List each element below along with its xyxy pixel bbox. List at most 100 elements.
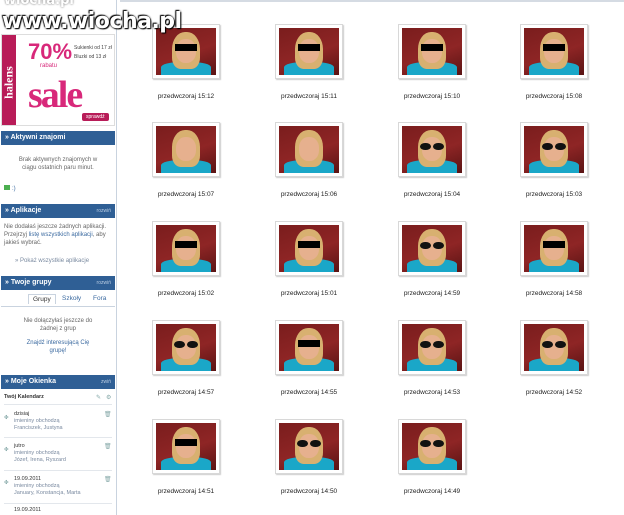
edit-icon[interactable]: ✎ (96, 394, 102, 401)
photo-thumbnail[interactable] (520, 122, 588, 177)
ad-banner[interactable]: halens 70% rabatu Sukienki od 17 zł Bluz… (1, 34, 115, 126)
sidebar: wiocha.pl www.wiocha.pl halens 70% rabat… (0, 0, 182, 515)
photo-caption: przedwczoraj 15:08 (525, 93, 583, 100)
photo-thumbnail[interactable] (398, 419, 466, 474)
delete-icon[interactable]: 🗑 (104, 477, 112, 484)
sunglasses (297, 439, 321, 448)
ad-button[interactable]: sprawdź (82, 113, 109, 121)
photo-image (524, 28, 584, 75)
event-names: Józef, Irena, Ryszard (14, 457, 66, 463)
photo-face (298, 137, 320, 161)
photo-image (156, 225, 216, 272)
photo-face (175, 39, 197, 63)
friends-title: Aktywni znajomi (10, 134, 66, 141)
tab-schools[interactable]: Szkoły (62, 295, 81, 302)
censor-bar (298, 339, 320, 347)
photo-thumbnail[interactable] (275, 221, 343, 276)
censor-bar (298, 240, 320, 248)
photo-caption: przedwczoraj 15:07 (157, 191, 215, 198)
photo-caption: przedwczoraj 15:01 (280, 290, 338, 297)
photo-face (421, 39, 443, 63)
photo-image (402, 324, 462, 371)
photo-caption: przedwczoraj 14:50 (280, 488, 338, 495)
photo-thumbnail[interactable] (520, 320, 588, 375)
calendar-event[interactable]: ✤ dzisiaj imieniny obchodzą Franciszek, … (4, 411, 112, 432)
page: wiocha.pl www.wiocha.pl halens 70% rabat… (0, 0, 624, 515)
calendar-event[interactable]: ✤ jutro imieniny obchodzą Józef, Irena, … (4, 443, 112, 464)
friends-status-text: :) (12, 186, 16, 192)
event-type: imieniny obchodzą (14, 450, 60, 456)
divider (4, 470, 112, 471)
groups-find-link[interactable]: Znajdź interesującą Cię grupę! (1, 339, 115, 355)
ad-brand: halens (1, 66, 16, 99)
photo-face (543, 39, 565, 63)
ad-percent: 70% (28, 39, 73, 64)
sunglasses (420, 439, 444, 448)
settings-icon[interactable]: ⚙ (106, 394, 112, 401)
photo-thumbnail[interactable] (152, 122, 220, 177)
photo-thumbnail[interactable] (275, 24, 343, 79)
tab-forums[interactable]: Fora (93, 295, 106, 302)
windows-title: Moje Okienka (10, 378, 56, 385)
delete-icon[interactable]: 🗑 (104, 444, 112, 451)
delete-icon[interactable]: 🗑 (104, 412, 112, 419)
sunglasses (420, 142, 444, 151)
gift-icon: ✤ (4, 447, 9, 453)
photo-thumbnail[interactable] (275, 122, 343, 177)
calendar-event[interactable]: 19.09.2011 (4, 507, 112, 514)
photo-image (279, 126, 339, 173)
calendar-event[interactable]: ✤ 19.09.2011 imieniny obchodzą January, … (4, 476, 112, 497)
groups-toggle[interactable]: rozwiń (97, 280, 111, 286)
photo-caption: przedwczoraj 14:55 (280, 389, 338, 396)
photo-thumbnail[interactable] (398, 122, 466, 177)
groups-tabs: Grupy Szkoły Fora (1, 293, 115, 307)
ad-line2: Bluzki od 13 zł (74, 54, 107, 60)
photo-image (156, 324, 216, 371)
tab-groups[interactable]: Grupy (28, 294, 56, 304)
photo-image (402, 126, 462, 173)
groups-header[interactable]: » Twoje grupy rozwiń (1, 276, 115, 290)
photo-thumbnail[interactable] (152, 419, 220, 474)
gift-icon: ✤ (4, 480, 9, 486)
photo-thumbnail[interactable] (520, 221, 588, 276)
photo-caption: przedwczoraj 14:58 (525, 290, 583, 297)
event-date: 19.09.2011 (14, 507, 42, 513)
friends-status[interactable]: :) (1, 185, 115, 193)
photo-thumbnail[interactable] (275, 320, 343, 375)
photo-image (156, 126, 216, 173)
photo-thumbnail[interactable] (398, 221, 466, 276)
groups-title: Twoje grupy (10, 279, 52, 286)
event-date: jutro (14, 443, 25, 449)
photo-caption: przedwczoraj 15:03 (525, 191, 583, 198)
apps-header[interactable]: » Aplikacje rozwiń (1, 204, 115, 218)
photo-thumbnail[interactable] (398, 320, 466, 375)
photo-image (279, 225, 339, 272)
divider (4, 437, 112, 438)
photo-caption: przedwczoraj 15:02 (157, 290, 215, 297)
photo-caption: przedwczoraj 14:59 (403, 290, 461, 297)
ad-line1: Sukienki od 17 zł (74, 45, 112, 51)
watermark-top: wiocha.pl (4, 0, 74, 8)
photo-thumbnail[interactable] (152, 221, 220, 276)
event-date: dzisiaj (14, 411, 30, 417)
photo-thumbnail[interactable] (398, 24, 466, 79)
photo-caption: przedwczoraj 15:04 (403, 191, 461, 198)
photo-thumbnail[interactable] (520, 24, 588, 79)
photo-thumbnail[interactable] (152, 320, 220, 375)
photo-image (402, 225, 462, 272)
photo-caption: przedwczoraj 14:51 (157, 488, 215, 495)
censor-bar (298, 43, 320, 51)
photo-thumbnail[interactable] (275, 419, 343, 474)
photo-caption: przedwczoraj 14:53 (403, 389, 461, 396)
windows-header[interactable]: » Moje Okienka zwiń (1, 375, 115, 389)
apps-list-link[interactable]: listę wszystkich aplikacji (29, 232, 93, 238)
friends-header[interactable]: » Aktywni znajomi (1, 131, 115, 145)
photo-gallery: przedwczoraj 15:12 przedwczoraj 15:11 prze… (120, 0, 624, 515)
censor-bar (175, 43, 197, 51)
photo-image (402, 423, 462, 470)
windows-toggle[interactable]: zwiń (101, 379, 111, 385)
photo-image (279, 423, 339, 470)
photo-face (175, 137, 197, 161)
apps-toggle[interactable]: rozwiń (97, 208, 111, 214)
apps-show-all[interactable]: » Pokaż wszystkie aplikacje (1, 257, 115, 265)
